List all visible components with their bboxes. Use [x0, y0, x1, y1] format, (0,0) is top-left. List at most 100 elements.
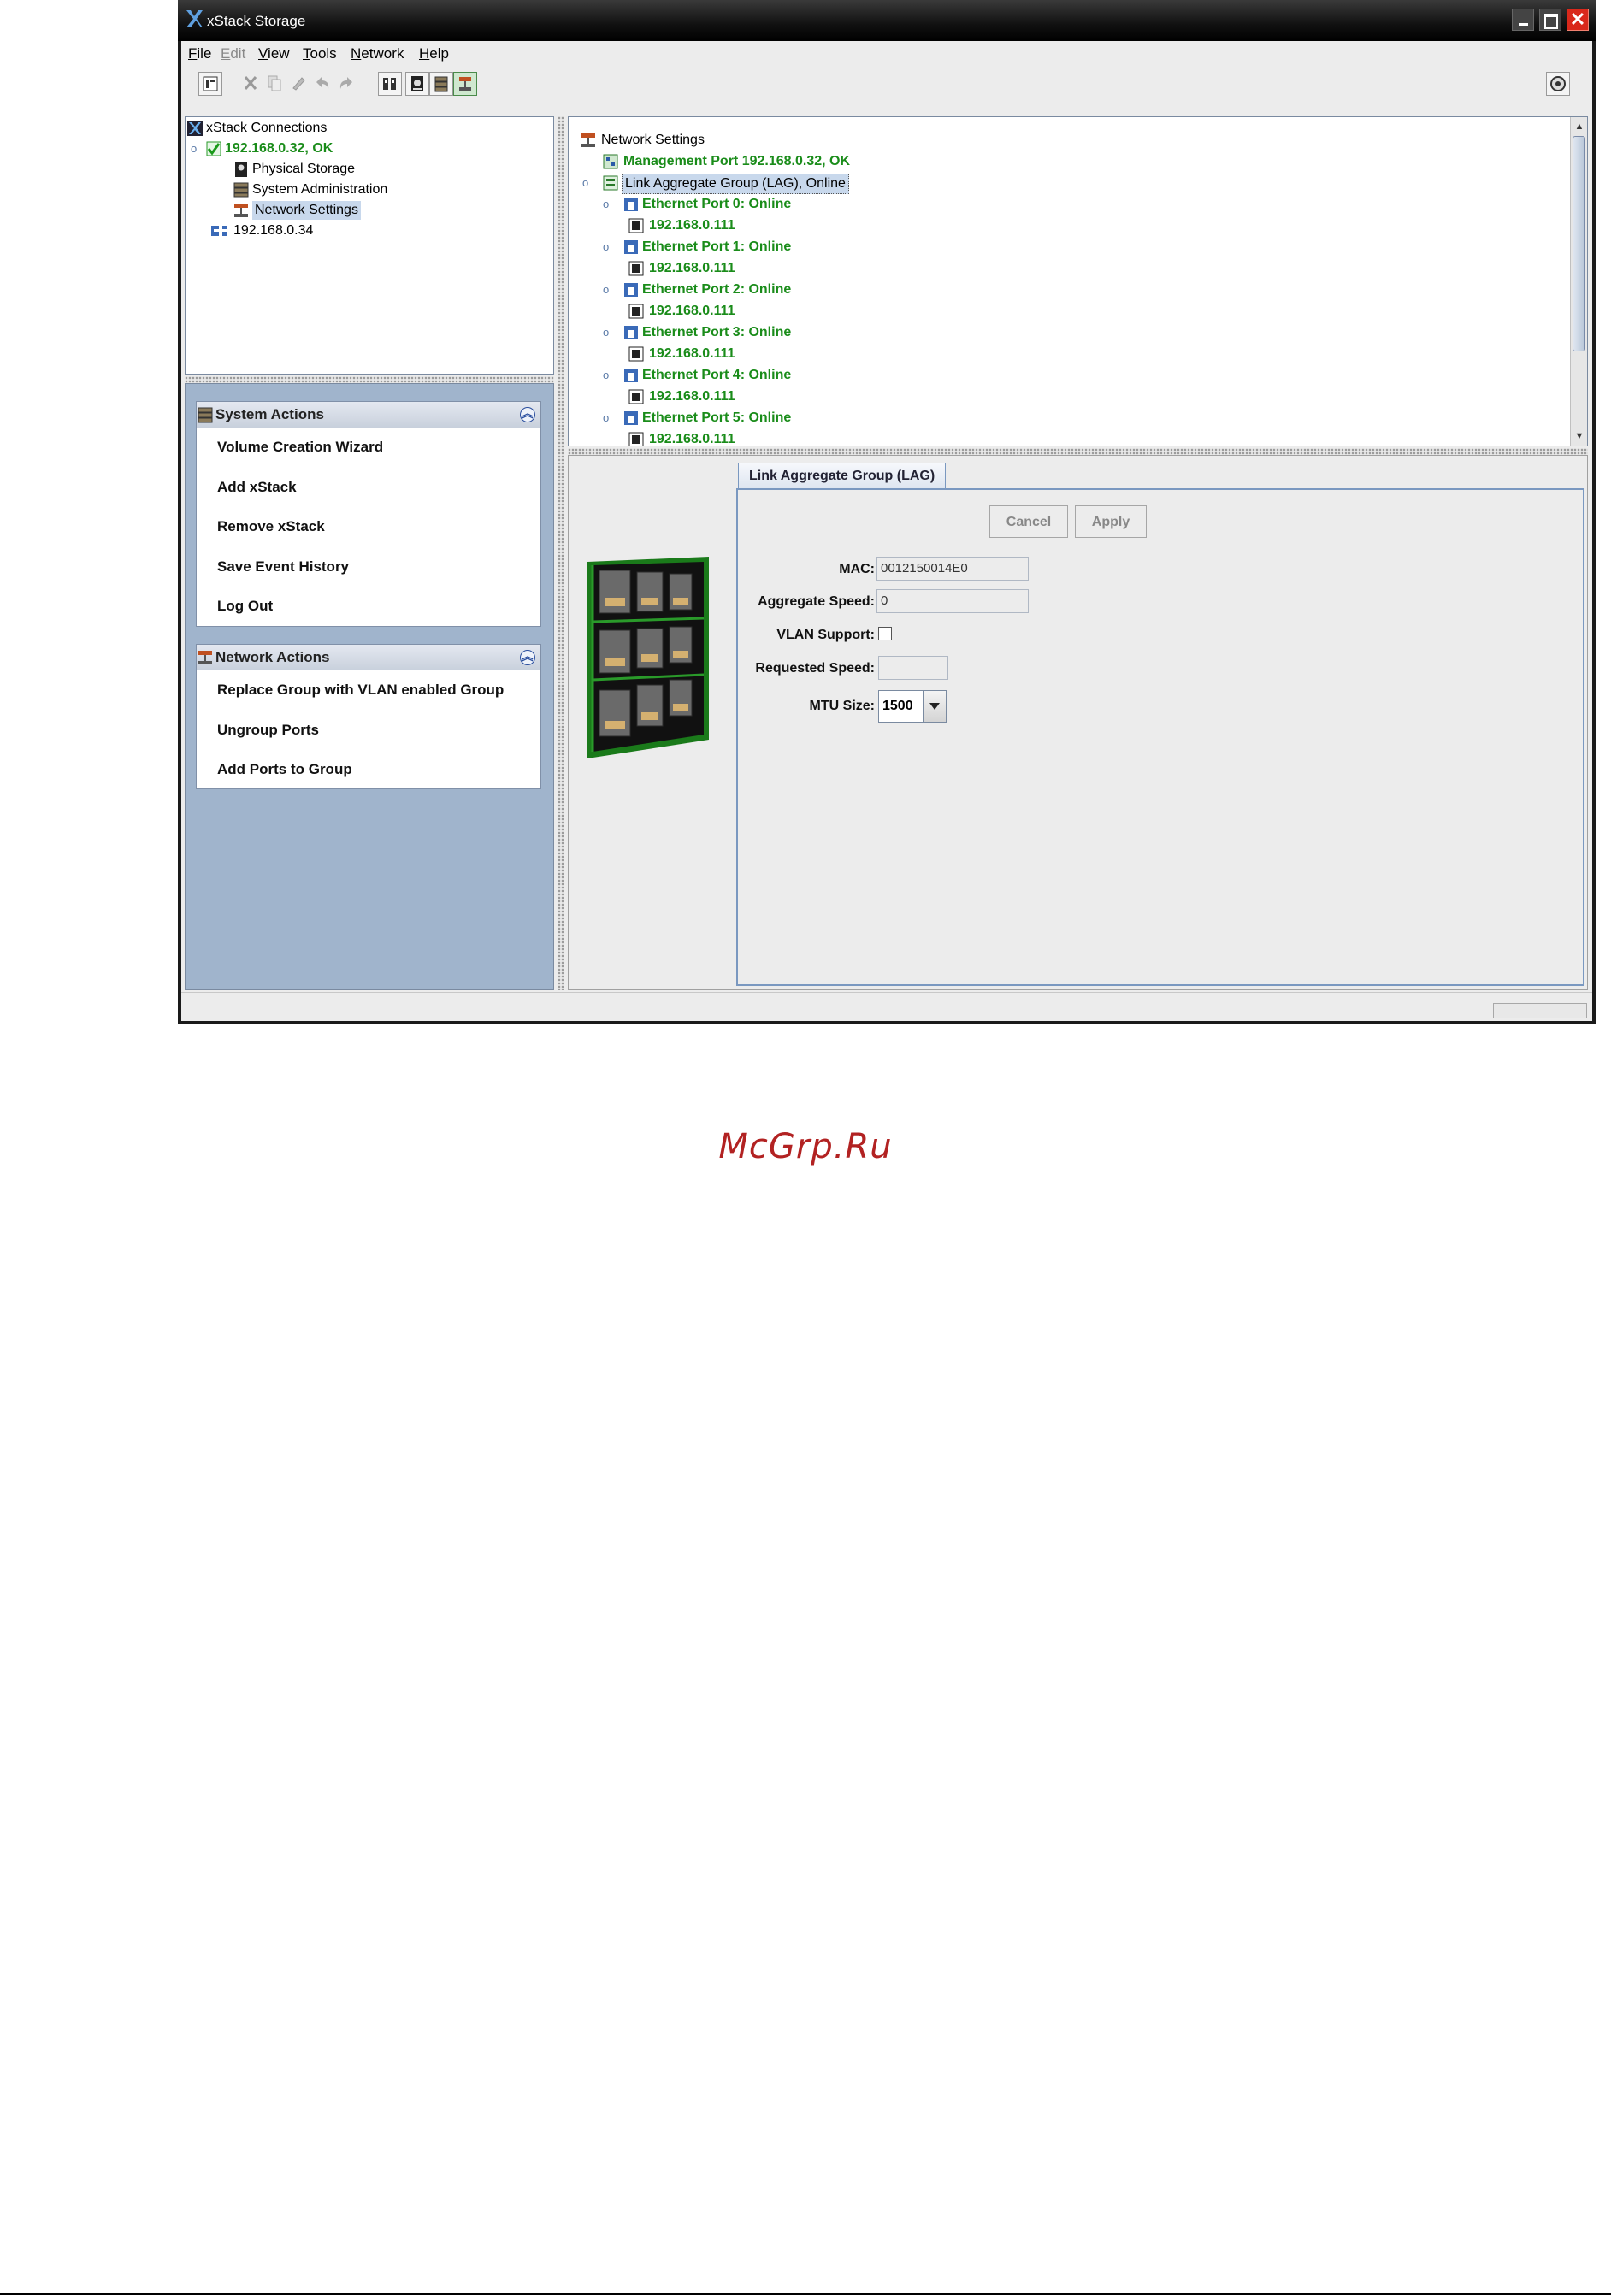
menu-help[interactable]: Help — [419, 45, 449, 62]
maximize-button[interactable] — [1539, 9, 1561, 31]
collapse-chevron-icon[interactable]: ︽ — [520, 407, 535, 422]
network-settings-icon — [198, 651, 212, 664]
hardware-icon[interactable] — [378, 72, 402, 96]
mtu-size-dropdown[interactable]: 1500 — [878, 690, 947, 723]
vlan-support-label: VLAN Support: — [776, 628, 875, 642]
system-admin-icon — [233, 182, 249, 198]
toolbar — [181, 67, 1592, 103]
action-save-event-history[interactable]: Save Event History — [197, 547, 540, 587]
network-tree: Network Settings Management Port 192.168… — [568, 116, 1588, 446]
copy-icon[interactable] — [263, 72, 287, 96]
menu-bar: File Edit View Tools Network Help — [181, 41, 1592, 67]
paste-icon[interactable] — [287, 72, 311, 96]
mac-label: MAC: — [839, 562, 875, 576]
left-split-handle[interactable] — [185, 376, 554, 383]
action-volume-creation-wizard[interactable]: Volume Creation Wizard — [197, 428, 540, 468]
status-ok-check-icon — [206, 141, 221, 156]
scroll-thumb[interactable] — [1573, 136, 1585, 351]
system-actions-group: System Actions ︽ Volume Creation Wizard … — [196, 401, 541, 627]
network-actions-header[interactable]: Network Actions ︽ — [197, 645, 540, 670]
connections-tree: xStack Connections o 192.168.0.32, OK Ph… — [185, 116, 554, 375]
lag-ports-illustration — [587, 557, 709, 758]
ip-address-icon — [628, 304, 644, 319]
action-add-xstack[interactable]: Add xStack — [197, 468, 540, 508]
cut-icon[interactable] — [239, 72, 263, 96]
ethernet-port-icon — [624, 198, 638, 211]
ethernet-port-icon — [624, 326, 638, 339]
action-replace-group-vlan[interactable]: Replace Group with VLAN enabled Group — [197, 670, 540, 711]
ethernet-port-icon — [624, 411, 638, 425]
mtu-size-label: MTU Size: — [809, 699, 875, 713]
management-port-icon — [603, 154, 618, 169]
client-area: File Edit View Tools Network Help xStack… — [181, 41, 1592, 1021]
ip-address-icon — [628, 346, 644, 362]
tab-lag[interactable]: Link Aggregate Group (LAG) — [738, 463, 947, 489]
redo-icon[interactable] — [335, 72, 359, 96]
expand-toggle-icon[interactable]: o — [603, 195, 609, 214]
expand-toggle-icon[interactable]: o — [603, 238, 609, 257]
menu-file[interactable]: File — [188, 45, 211, 62]
expand-toggle-icon[interactable]: o — [582, 174, 588, 192]
mac-field: 0012150014E0 — [876, 557, 1029, 581]
scroll-down-arrow-icon[interactable]: ▼ — [1573, 428, 1585, 444]
menu-view[interactable]: View — [258, 45, 290, 62]
status-bar — [181, 992, 1592, 1021]
ip-address-icon — [628, 261, 644, 276]
menu-network[interactable]: Network — [351, 45, 404, 62]
action-add-ports-to-group[interactable]: Add Ports to Group — [197, 750, 540, 790]
ip-address-icon — [628, 218, 644, 233]
menu-edit[interactable]: Edit — [221, 45, 245, 62]
ethernet-port-icon — [624, 369, 638, 382]
close-button[interactable]: ✕ — [1567, 9, 1589, 31]
title-bar[interactable]: xStack Storage ✕ — [178, 0, 1596, 41]
apply-button[interactable]: Apply — [1075, 505, 1147, 538]
vlan-support-checkbox[interactable] — [878, 627, 892, 640]
physical-storage-icon — [235, 162, 247, 177]
help-icon[interactable] — [1546, 72, 1570, 96]
ethernet-port-icon — [624, 240, 638, 254]
xstack-logo-icon — [186, 10, 203, 27]
expand-toggle-icon[interactable]: o — [603, 280, 609, 299]
action-ungroup-ports[interactable]: Ungroup Ports — [197, 711, 540, 751]
connection-disconnected-icon — [211, 223, 227, 239]
network-actions-group: Network Actions ︽ Replace Group with VLA… — [196, 644, 541, 789]
network-settings-icon[interactable] — [453, 72, 477, 96]
dropdown-arrow-icon[interactable] — [923, 691, 946, 722]
network-settings-icon — [581, 133, 595, 147]
lag-settings-panel: Cancel Apply MAC: 0012150014E0 Aggregate… — [736, 488, 1584, 986]
expand-toggle-icon[interactable]: o — [603, 366, 609, 385]
app-window: xStack Storage ✕ File Edit View Tools Ne… — [178, 0, 1596, 1024]
properties-icon[interactable] — [198, 72, 222, 96]
ip-address-icon — [628, 389, 644, 404]
right-split-handle[interactable] — [568, 448, 1588, 455]
collapse-chevron-icon[interactable]: ︽ — [520, 650, 535, 665]
system-actions-header[interactable]: System Actions ︽ — [197, 402, 540, 428]
status-progress-cell — [1493, 1003, 1587, 1018]
action-log-out[interactable]: Log Out — [197, 587, 540, 627]
page-footer-rule — [0, 2293, 1611, 2295]
actions-panel: System Actions ︽ Volume Creation Wizard … — [185, 383, 554, 990]
xstack-logo-icon — [187, 121, 203, 136]
ethernet-port-icon — [624, 283, 638, 297]
aggregate-speed-label: Aggregate Speed: — [758, 594, 875, 609]
ip-address-icon — [628, 432, 644, 446]
watermark-text: McGrp.Ru — [718, 1127, 893, 1166]
mtu-size-value: 1500 — [882, 699, 913, 713]
scroll-up-arrow-icon[interactable]: ▲ — [1573, 119, 1585, 134]
tree-vertical-scrollbar[interactable]: ▲ ▼ — [1570, 117, 1587, 446]
cancel-button[interactable]: Cancel — [989, 505, 1068, 538]
aggregate-speed-field: 0 — [876, 589, 1029, 613]
expand-toggle-icon[interactable]: o — [603, 323, 609, 342]
menu-tools[interactable]: Tools — [303, 45, 337, 62]
system-admin-icon[interactable] — [429, 72, 453, 96]
undo-icon[interactable] — [311, 72, 335, 96]
lag-icon — [603, 175, 618, 191]
minimize-button[interactable] — [1512, 9, 1534, 31]
action-remove-xstack[interactable]: Remove xStack — [197, 507, 540, 547]
expand-toggle-icon[interactable]: o — [191, 139, 197, 158]
requested-speed-field — [878, 656, 948, 680]
detail-area: Link Aggregate Group (LAG) Cancel Apply … — [568, 455, 1588, 990]
main-split-handle[interactable] — [558, 116, 564, 990]
expand-toggle-icon[interactable]: o — [603, 409, 609, 428]
physical-storage-icon[interactable] — [405, 72, 429, 96]
